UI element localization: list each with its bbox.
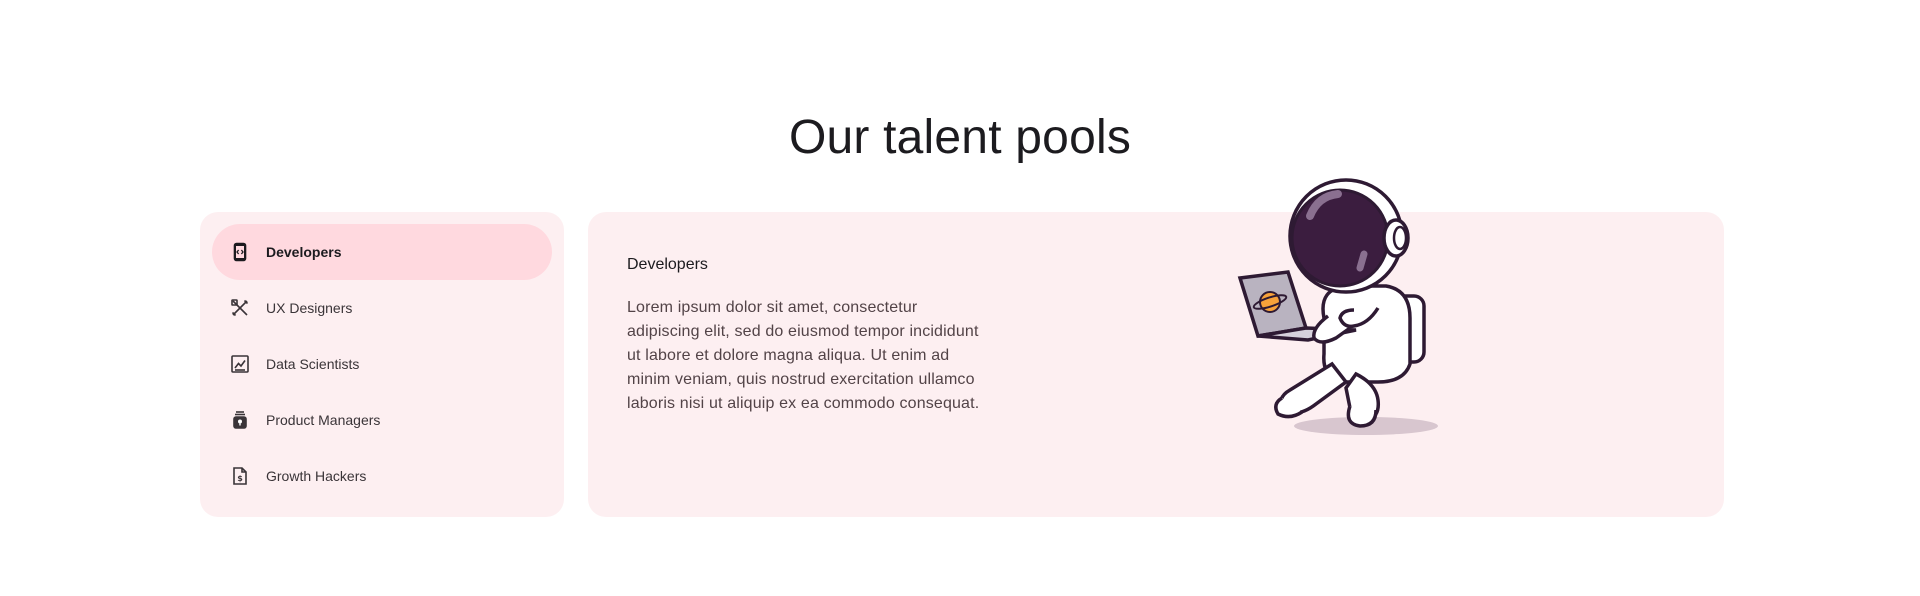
nav-item-ux-designers[interactable]: UX Designers [212, 280, 552, 336]
nav-item-developers[interactable]: Developers [212, 224, 552, 280]
detail-title: Developers [627, 256, 708, 273]
nav-item-label: Product Managers [266, 412, 381, 428]
product-icon [230, 410, 250, 430]
talent-pools-section: Our talent pools Developers UX Designers… [0, 0, 1920, 596]
nav-item-product-managers[interactable]: Product Managers [212, 392, 552, 448]
svg-text:$: $ [237, 474, 243, 483]
nav-item-label: UX Designers [266, 300, 353, 316]
talent-pool-nav: Developers UX Designers Data Scientists … [200, 212, 564, 517]
dollar-document-icon: $ [230, 466, 250, 486]
nav-item-label: Data Scientists [266, 356, 360, 372]
nav-item-label: Developers [266, 244, 342, 260]
nav-item-label: Growth Hackers [266, 468, 367, 484]
page-title: Our talent pools [788, 111, 1132, 165]
detail-description: Lorem ipsum dolor sit amet, consectetur … [627, 299, 980, 412]
nav-item-data-scientists[interactable]: Data Scientists [212, 336, 552, 392]
astronaut-illustration [1228, 168, 1468, 440]
nav-item-growth-hackers[interactable]: $ Growth Hackers [212, 448, 552, 504]
talent-pool-detail-card: Developers Lorem ipsum dolor sit amet, c… [588, 212, 1724, 517]
chart-icon [230, 354, 250, 374]
code-device-icon [230, 242, 250, 262]
design-tools-icon [230, 298, 250, 318]
